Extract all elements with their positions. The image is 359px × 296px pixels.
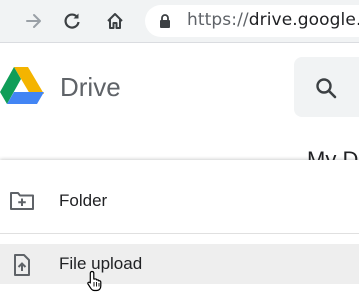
new-menu: Folder File upload [0,160,359,296]
file-upload-icon [14,254,30,276]
url-text: https://drive.google.c [187,10,359,30]
url-host: drive.google.c [248,10,359,30]
address-bar[interactable]: https://drive.google.c [145,5,359,37]
home-icon [107,13,123,29]
app-name: Drive [60,72,121,102]
lock-icon [160,14,170,28]
forward-button[interactable] [20,7,48,35]
drive-logo-icon[interactable] [0,66,44,110]
arrow-right-icon [26,14,41,28]
browser-toolbar: https://drive.google.c [0,0,359,43]
url-scheme: https:// [187,10,249,30]
search-icon[interactable] [315,77,337,99]
reload-icon [64,13,80,29]
home-button[interactable] [101,7,129,35]
reload-button[interactable] [58,7,86,35]
new-folder-icon [10,192,34,210]
search-bar[interactable] [294,57,359,117]
menu-item-file-upload[interactable]: File upload [0,244,359,284]
menu-divider [0,233,359,234]
menu-item-folder[interactable]: Folder [0,181,359,221]
menu-item-label: Folder [59,191,108,210]
hand-cursor-icon [87,270,102,292]
